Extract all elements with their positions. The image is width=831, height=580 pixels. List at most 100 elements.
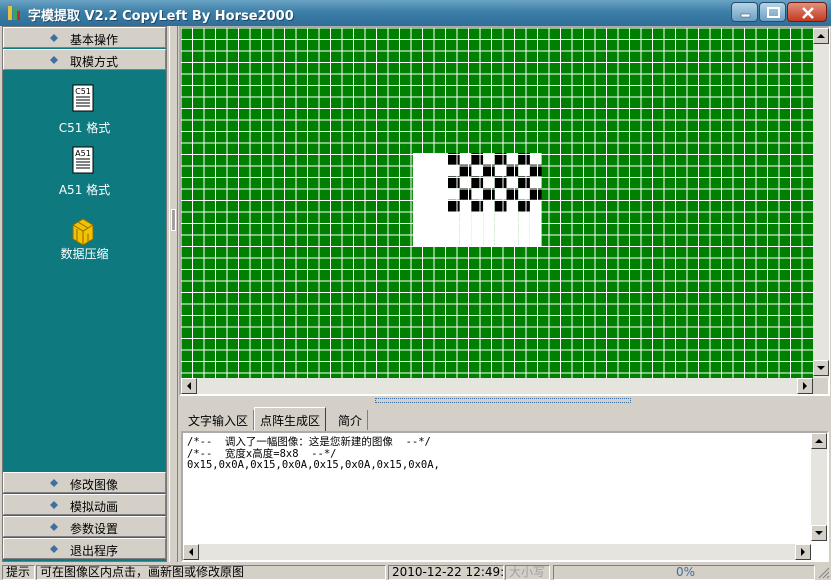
image-pixel [448,211,460,224]
code-horizontal-scrollbar[interactable] [183,544,811,560]
image-pixel [448,188,460,200]
image-pixel [529,211,542,224]
status-label: 提示 [2,565,35,580]
close-button[interactable] [787,2,827,22]
sidebar-section-label: 基本操作 [70,33,119,47]
image-pixel [529,176,542,189]
image-pixel [471,223,484,235]
scroll-left-button[interactable] [183,544,199,560]
tab-text-input[interactable]: 文字输入区 [183,410,255,430]
status-caps: 大小写 [505,565,550,580]
image-pixel [483,234,495,247]
diamond-icon [50,34,58,42]
image-pixel [483,199,495,212]
sidebar-section-label: 模拟动画 [70,500,119,514]
sidebar-section-basic-ops[interactable]: 基本操作 [3,27,166,48]
image-pixel [459,176,472,189]
image-pixel [483,176,495,189]
sidebar-section-exit[interactable]: 退出程序 [3,538,166,559]
a51-format-tool[interactable]: A51 A51 格式 [3,145,166,201]
data-compress-tool[interactable]: 数据压缩 [3,215,166,271]
scroll-right-button[interactable] [795,544,811,560]
matrix-output-textarea[interactable]: /*-- 调入了一幅图像：这是您新建的图像 --*//*-- 宽度x高度=8x8… [181,431,829,562]
sidebar-section-label: 退出程序 [70,544,119,558]
image-pixel [529,234,542,247]
image-pixel [471,211,484,224]
image-pixel [494,223,507,235]
image-pixel [529,188,542,200]
tab-matrix-output[interactable]: 点阵生成区 [254,407,327,431]
image-pixel [483,223,495,235]
window-title: 字模提取 V2.2 CopyLeft By Horse2000 [28,9,294,24]
image-pixel [471,188,484,200]
image-pixel [494,234,507,247]
scroll-up-button[interactable] [811,433,827,449]
sidebar-section-edit-image[interactable]: 修改图像 [3,472,166,493]
splitter-grip[interactable] [375,398,631,403]
a51-file-icon: A51 [72,146,94,174]
code-text: /*-- 调入了一幅图像：这是您新建的图像 --*//*-- 宽度x高度=8x8… [187,436,440,472]
code-vertical-scrollbar[interactable] [811,433,827,541]
sidebar-section-mode[interactable]: 取模方式 [3,49,166,70]
code-line: 0x15,0x0A,0x15,0x0A,0x15,0x0A,0x15,0x0A, [187,459,440,471]
horizontal-splitter[interactable] [179,396,830,405]
image-pixel [506,188,519,200]
image-pixel [518,223,530,235]
image-pixel [494,211,507,224]
image-pixel [448,234,460,247]
image-pixel [459,223,472,235]
scroll-up-button[interactable] [813,28,829,44]
image-pixel [459,234,472,247]
image-pixel [494,188,507,200]
minimize-button[interactable] [731,2,758,22]
image-pixel [494,176,507,189]
image-pixel [518,199,530,212]
code-line: /*-- 调入了一幅图像：这是您新建的图像 --*/ [187,436,431,448]
splitter-grip[interactable] [171,209,176,231]
image-pixel [529,199,542,212]
image-pixel [483,211,495,224]
diamond-icon [50,479,58,487]
title-bar: 字模提取 V2.2 CopyLeft By Horse2000 [0,0,831,26]
image-pixel [471,199,484,212]
image-pixel [506,234,519,247]
image-pixel [529,223,542,235]
svg-text:C51: C51 [75,87,91,96]
diamond-icon [50,545,58,553]
tool-label: C51 格式 [58,121,111,135]
tool-label: A51 格式 [58,183,111,197]
sidebar-section-label: 修改图像 [70,478,119,492]
scroll-down-button[interactable] [811,525,827,541]
image-pixel [494,199,507,212]
canvas-horizontal-scrollbar[interactable] [181,378,813,394]
image-pixel [518,176,530,189]
status-bar: 提示 可在图像区内点击，画新图或修改原图 2010-12-22 12:49:29… [0,564,831,580]
scroll-left-button[interactable] [181,378,197,394]
image-pixel [518,234,530,247]
image-pixel [448,176,460,189]
image-pixel [506,211,519,224]
resize-grip-icon[interactable] [817,566,830,579]
diamond-icon [50,56,58,64]
tab-about[interactable]: 简介 [333,410,369,430]
image-pixel [448,199,460,212]
sidebar-section-animation[interactable]: 模拟动画 [3,494,166,515]
scroll-down-button[interactable] [813,360,829,376]
diamond-icon [50,523,58,531]
data-compress-icon [72,218,94,246]
image-pixel [483,188,495,200]
tool-label: 数据压缩 [60,247,109,261]
vertical-splitter[interactable] [169,26,178,562]
canvas-vertical-scrollbar[interactable] [813,28,829,378]
maximize-button[interactable] [759,2,786,22]
c51-file-icon: C51 [72,84,94,112]
image-pixel [506,176,519,189]
pixel-grid-canvas[interactable] [181,28,813,378]
tab-strip: 文字输入区 点阵生成区 简介 [179,405,830,431]
image-pixel [518,211,530,224]
svg-text:A51: A51 [75,149,91,158]
image-pixel [471,176,484,189]
scroll-right-button[interactable] [797,378,813,394]
c51-format-tool[interactable]: C51 C51 格式 [3,83,166,139]
sidebar-section-settings[interactable]: 参数设置 [3,516,166,537]
